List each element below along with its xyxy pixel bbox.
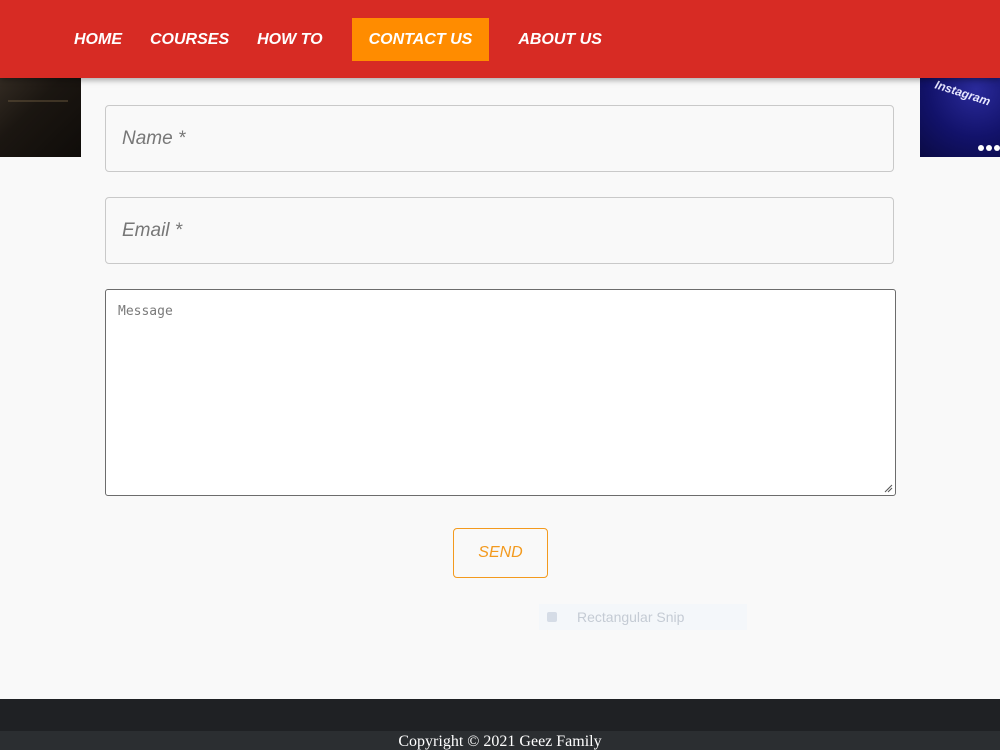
email-field-wrapper (105, 197, 894, 264)
decorative-dots (978, 138, 1000, 151)
nav-home[interactable]: HOME (60, 18, 136, 61)
snip-tool-overlay: Rectangular Snip (539, 604, 747, 630)
email-input[interactable] (106, 198, 893, 263)
main-nav: HOME COURSES HOW TO CONTACT US ABOUT US (60, 18, 616, 61)
site-footer: Copyright © 2021 Geez Family (0, 699, 1000, 750)
nav-about-us[interactable]: ABOUT US (504, 18, 616, 61)
site-header: HOME COURSES HOW TO CONTACT US ABOUT US (0, 0, 1000, 78)
name-input[interactable] (106, 106, 893, 171)
snip-label: Rectangular Snip (577, 609, 685, 625)
nav-contact-us[interactable]: CONTACT US (351, 18, 490, 61)
copyright-text: Copyright © 2021 Geez Family (398, 733, 602, 750)
nav-courses[interactable]: COURSES (136, 18, 243, 61)
instagram-label: Instagram (933, 77, 993, 109)
resize-handle-icon[interactable] (883, 483, 893, 493)
nav-how-to[interactable]: HOW TO (243, 18, 336, 61)
message-field-wrapper (105, 289, 896, 496)
snip-icon (547, 612, 557, 622)
message-textarea[interactable] (106, 290, 895, 495)
send-button[interactable]: SEND (453, 528, 548, 578)
contact-page: Instagram HOME COURSES HOW TO CONTACT US… (0, 0, 1000, 750)
name-field-wrapper (105, 105, 894, 172)
